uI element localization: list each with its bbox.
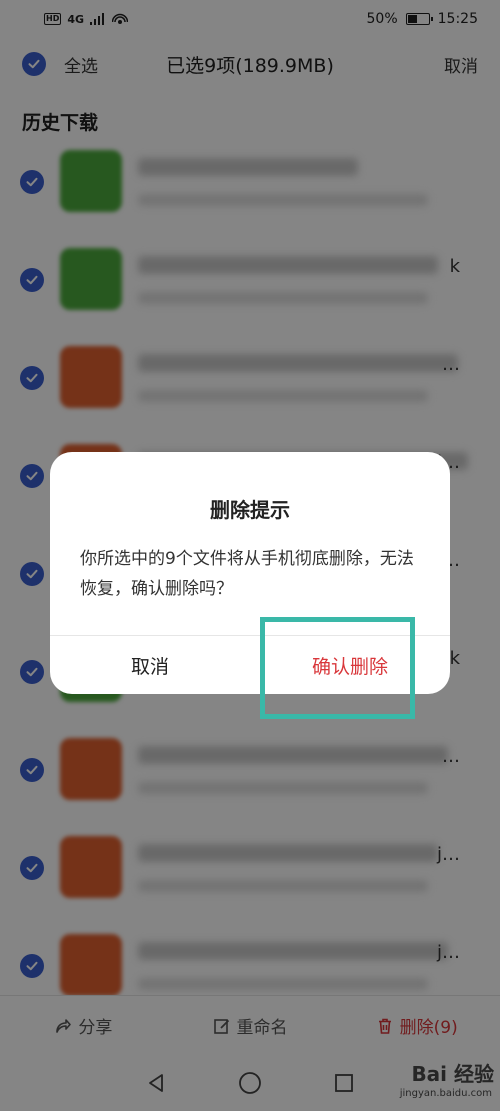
dialog-message: 你所选中的9个文件将从手机彻底删除，无法恢复，确认删除吗？ <box>80 549 414 599</box>
dialog-title: 删除提示 <box>210 498 290 522</box>
annotation-highlight-box <box>260 617 415 719</box>
dialog-cancel-button[interactable]: 取消 <box>50 636 250 694</box>
